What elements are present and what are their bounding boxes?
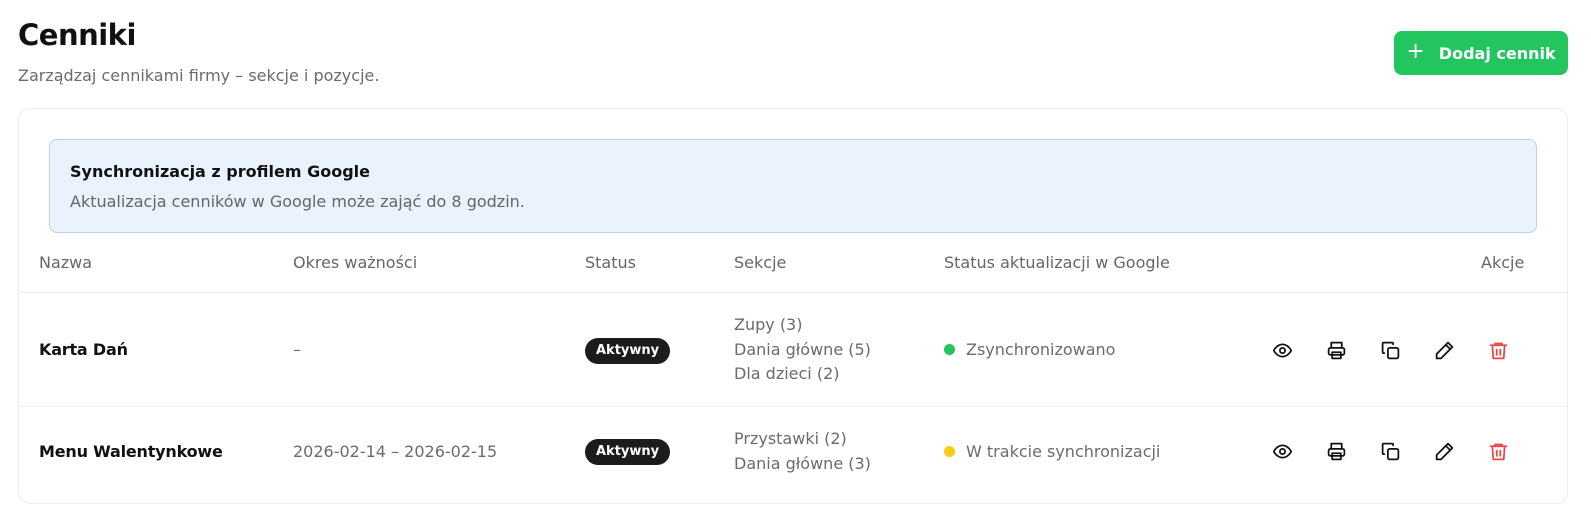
header-divider (19, 292, 1567, 293)
row-actions (1271, 339, 1510, 362)
page-subtitle: Zarządzaj cennikami firmy – sekcje i poz… (18, 66, 380, 85)
add-pricelist-button[interactable]: + Dodaj cennik (1394, 31, 1568, 75)
eye-icon[interactable] (1271, 440, 1294, 463)
eye-icon[interactable] (1271, 339, 1294, 362)
google-sync-status: W trakcie synchronizacji (944, 442, 1160, 461)
page-title: Cenniki (18, 18, 136, 52)
column-header-status: Status (585, 253, 636, 272)
section-item: Dania główne (5) (734, 339, 871, 359)
row-actions (1271, 440, 1510, 463)
google-sync-banner: Synchronizacja z profilem Google Aktuali… (49, 139, 1537, 233)
row-sections: Przystawki (2) Dania główne (3) (734, 427, 871, 476)
printer-icon[interactable] (1325, 440, 1348, 463)
banner-text: Aktualizacja cenników w Google może zają… (70, 192, 525, 211)
google-sync-status-text: W trakcie synchronizacji (966, 442, 1161, 461)
pencil-icon[interactable] (1433, 339, 1456, 362)
column-header-actions: Akcje (1481, 253, 1525, 272)
row-name[interactable]: Menu Walentynkowe (39, 442, 223, 461)
section-item: Przystawki (2) (734, 429, 847, 448)
status-dot-yellow (944, 446, 955, 457)
pricelists-card: Synchronizacja z profilem Google Aktuali… (18, 108, 1568, 504)
section-item: Zupy (3) (734, 315, 803, 334)
row-sections: Zupy (3) Dania główne (5) Dla dzieci (2) (734, 313, 871, 387)
column-header-sections: Sekcje (734, 253, 787, 272)
status-badge: Aktywny (585, 439, 671, 465)
banner-title: Synchronizacja z profilem Google (70, 162, 370, 181)
row-divider (19, 406, 1567, 407)
printer-icon[interactable] (1325, 339, 1348, 362)
trash-icon[interactable] (1487, 339, 1510, 362)
row-period: 2026-02-14 – 2026-02-15 (293, 442, 498, 461)
section-item: Dania główne (3) (734, 453, 871, 473)
column-header-period: Okres ważności (293, 253, 418, 272)
add-pricelist-label: Dodaj cennik (1438, 43, 1556, 63)
google-sync-status: Zsynchronizowano (944, 340, 1115, 359)
column-header-google-status: Status aktualizacji w Google (944, 253, 1170, 272)
status-dot-green (944, 344, 955, 355)
plus-icon: + (1406, 39, 1425, 64)
copy-icon[interactable] (1379, 440, 1402, 463)
status-badge: Aktywny (585, 338, 671, 364)
copy-icon[interactable] (1379, 339, 1402, 362)
column-header-name: Nazwa (39, 253, 93, 272)
row-period: – (293, 340, 301, 359)
pencil-icon[interactable] (1433, 440, 1456, 463)
google-sync-status-text: Zsynchronizowano (966, 340, 1116, 359)
section-item: Dla dzieci (2) (734, 364, 840, 383)
pricelists-page: Cenniki Zarządzaj cennikami firmy – sekc… (0, 0, 1591, 523)
row-name[interactable]: Karta Dań (39, 340, 128, 359)
trash-icon[interactable] (1487, 440, 1510, 463)
